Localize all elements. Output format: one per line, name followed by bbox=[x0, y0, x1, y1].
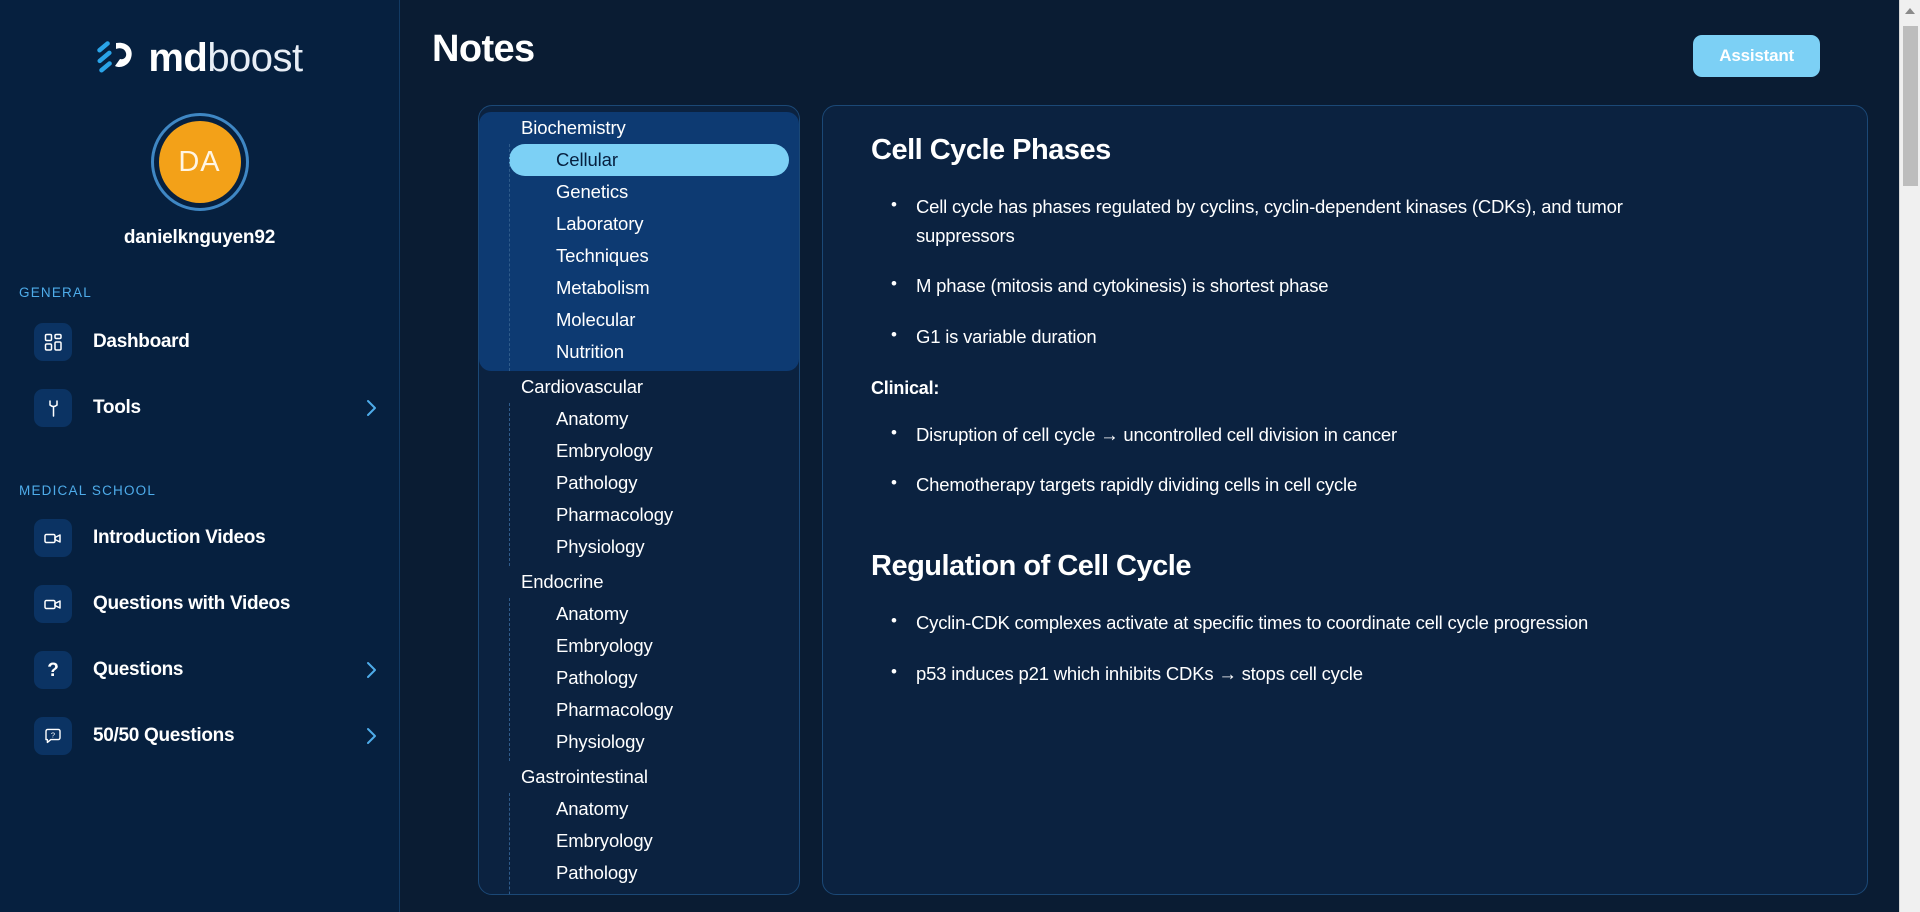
brand-logo[interactable]: mdboost bbox=[0, 0, 399, 78]
username-label: danielknguyen92 bbox=[123, 227, 276, 248]
profile-block: DA danielknguyen92 bbox=[0, 113, 399, 249]
tree-item-nutrition[interactable]: Nutrition bbox=[509, 336, 789, 368]
notes-bullet: Chemotherapy targets rapidly dividing ce… bbox=[883, 470, 1643, 500]
nav-medical-school: Introduction Videos Questions with Video… bbox=[0, 510, 399, 764]
video-icon bbox=[34, 519, 72, 557]
nav-general: Dashboard Tools bbox=[0, 314, 399, 436]
sidebar-item-questions-with-videos[interactable]: Questions with Videos bbox=[0, 576, 399, 632]
notes-clinical-list: Disruption of cell cycle → uncontrolled … bbox=[883, 420, 1821, 500]
tree-group-children: Cellular Genetics Laboratory Techniques … bbox=[479, 144, 799, 371]
chevron-right-icon[interactable] bbox=[366, 727, 377, 745]
sidebar: mdboost DA danielknguyen92 GENERAL Dashb… bbox=[0, 0, 400, 912]
tree-item-pathology[interactable]: Pathology bbox=[509, 857, 789, 889]
tree-item-anatomy[interactable]: Anatomy bbox=[509, 598, 789, 630]
notes-bullet: Cyclin-CDK complexes activate at specifi… bbox=[883, 608, 1643, 638]
notes-bullet: Disruption of cell cycle → uncontrolled … bbox=[883, 420, 1643, 450]
tree-item-pharmacology[interactable]: Pharmacology bbox=[509, 499, 789, 531]
sidebar-item-questions-label: Questions bbox=[93, 659, 184, 680]
brand-boost: boost bbox=[207, 36, 303, 80]
sidebar-item-5050-questions-label: 50/50 Questions bbox=[93, 725, 235, 746]
sidebar-item-tools[interactable]: Tools bbox=[0, 380, 399, 436]
wrench-icon bbox=[34, 389, 72, 427]
tree-item-physiology[interactable]: Physiology bbox=[509, 726, 789, 758]
tree-item-techniques[interactable]: Techniques bbox=[509, 240, 789, 272]
topbar: Notes Assistant bbox=[400, 0, 1920, 105]
sidebar-item-dashboard-label: Dashboard bbox=[93, 331, 190, 352]
mdboost-logo-icon bbox=[96, 39, 138, 77]
nav-section-medical-school-label: MEDICAL SCHOOL bbox=[19, 483, 157, 498]
tree-group-cardiovascular: Cardiovascular Anatomy Embryology Pathol… bbox=[479, 371, 799, 566]
tree-item-embryology[interactable]: Embryology bbox=[509, 630, 789, 662]
triangle-up-icon bbox=[1905, 8, 1915, 14]
grid-icon bbox=[34, 323, 72, 361]
sidebar-item-tools-label: Tools bbox=[93, 397, 141, 418]
chevron-right-icon[interactable] bbox=[366, 661, 377, 679]
video-icon bbox=[34, 585, 72, 623]
sidebar-item-introduction-videos[interactable]: Introduction Videos bbox=[0, 510, 399, 566]
tree-group-label[interactable]: Endocrine bbox=[479, 566, 799, 598]
tree-group-children: Anatomy Embryology Pathology Pharmacolog… bbox=[479, 793, 799, 894]
scrollbar-thumb[interactable] bbox=[1903, 26, 1918, 186]
tree-item-pharmacology[interactable]: Pharmacology bbox=[509, 889, 789, 894]
tree-group-children: Anatomy Embryology Pathology Pharmacolog… bbox=[479, 403, 799, 566]
scrollbar-up-button[interactable] bbox=[1900, 0, 1920, 22]
notes-bullet-list: Cyclin-CDK complexes activate at specifi… bbox=[883, 608, 1821, 689]
brand-wordmark: mdboost bbox=[148, 36, 303, 80]
notes-section-title: Regulation of Cell Cycle bbox=[871, 550, 1191, 583]
page-scrollbar[interactable] bbox=[1899, 0, 1920, 912]
tree-group-biochemistry: Biochemistry Cellular Genetics Laborator… bbox=[479, 112, 799, 371]
tree-item-genetics[interactable]: Genetics bbox=[509, 176, 789, 208]
assistant-button[interactable]: Assistant bbox=[1693, 35, 1820, 77]
tree-item-molecular[interactable]: Molecular bbox=[509, 304, 789, 336]
notes-panel: Cell Cycle Phases Cell cycle has phases … bbox=[822, 105, 1868, 895]
tree-item-metabolism[interactable]: Metabolism bbox=[509, 272, 789, 304]
sidebar-item-dashboard[interactable]: Dashboard bbox=[0, 314, 399, 370]
tree-group-children: Anatomy Embryology Pathology Pharmacolog… bbox=[479, 598, 799, 761]
app-root: mdboost DA danielknguyen92 GENERAL Dashb… bbox=[0, 0, 1920, 912]
avatar-initials: DA bbox=[158, 121, 241, 203]
svg-text:?: ? bbox=[51, 730, 55, 739]
sidebar-item-questions-with-videos-label: Questions with Videos bbox=[93, 593, 291, 614]
notes-bullet: Cell cycle has phases regulated by cycli… bbox=[883, 192, 1643, 250]
tree-item-anatomy[interactable]: Anatomy bbox=[509, 403, 789, 435]
avatar[interactable]: DA bbox=[150, 113, 249, 211]
tree-group-label[interactable]: Biochemistry bbox=[479, 112, 799, 144]
sidebar-item-questions[interactable]: ? Questions bbox=[0, 642, 399, 698]
tree-item-anatomy[interactable]: Anatomy bbox=[509, 793, 789, 825]
question-mark-icon: ? bbox=[34, 651, 72, 689]
tree-item-pathology[interactable]: Pathology bbox=[509, 467, 789, 499]
page-title: Notes bbox=[432, 28, 535, 70]
notes-bullet: M phase (mitosis and cytokinesis) is sho… bbox=[883, 271, 1643, 301]
content-row: Biochemistry Cellular Genetics Laborator… bbox=[400, 105, 1920, 895]
tree-item-pathology[interactable]: Pathology bbox=[509, 662, 789, 694]
brand-md: md bbox=[148, 36, 208, 80]
tree-group-gastrointestinal: Gastrointestinal Anatomy Embryology Path… bbox=[479, 761, 799, 894]
tree-item-embryology[interactable]: Embryology bbox=[509, 435, 789, 467]
tree-item-physiology[interactable]: Physiology bbox=[509, 531, 789, 563]
notes-bullet: G1 is variable duration bbox=[883, 322, 1643, 352]
tree-group-endocrine: Endocrine Anatomy Embryology Pathology P… bbox=[479, 566, 799, 761]
subject-tree-panel[interactable]: Biochemistry Cellular Genetics Laborator… bbox=[478, 105, 800, 895]
nav-section-general-label: GENERAL bbox=[19, 285, 92, 300]
tree-item-cellular[interactable]: Cellular bbox=[509, 144, 789, 176]
tree-item-embryology[interactable]: Embryology bbox=[509, 825, 789, 857]
notes-bullet: p53 induces p21 which inhibits CDKs → st… bbox=[883, 659, 1643, 689]
sidebar-item-5050-questions[interactable]: ? 50/50 Questions bbox=[0, 708, 399, 764]
sidebar-item-introduction-videos-label: Introduction Videos bbox=[93, 527, 266, 548]
tree-group-label[interactable]: Cardiovascular bbox=[479, 371, 799, 403]
notes-section-title: Cell Cycle Phases bbox=[871, 134, 1111, 166]
tree-item-laboratory[interactable]: Laboratory bbox=[509, 208, 789, 240]
question-bubble-icon: ? bbox=[34, 717, 72, 755]
tree-group-label[interactable]: Gastrointestinal bbox=[479, 761, 799, 793]
notes-bullet-list: Cell cycle has phases regulated by cycli… bbox=[883, 192, 1821, 352]
chevron-right-icon[interactable] bbox=[366, 399, 377, 417]
tree-item-pharmacology[interactable]: Pharmacology bbox=[509, 694, 789, 726]
main-content: Notes Assistant Biochemistry Cellular Ge… bbox=[400, 0, 1920, 912]
notes-clinical-label: Clinical: bbox=[871, 377, 940, 398]
